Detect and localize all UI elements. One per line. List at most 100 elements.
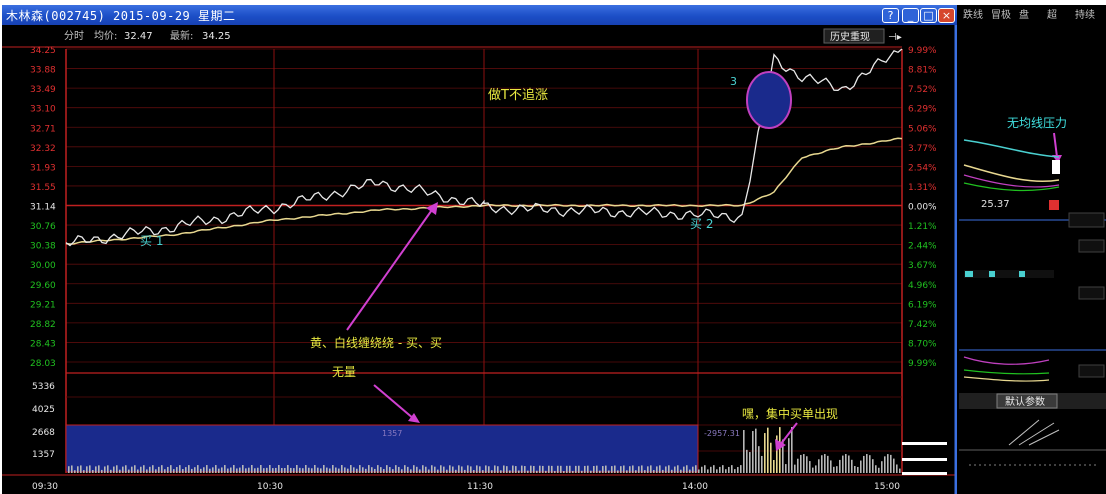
volume-bar	[569, 465, 571, 473]
volume-bar	[278, 465, 280, 473]
right-toolbar-tab[interactable]: 跌线	[963, 8, 983, 21]
volume-bar	[98, 465, 100, 473]
right-annotation: 无均线压力	[1007, 116, 1067, 130]
volume-bar	[788, 438, 790, 473]
volume-bar	[845, 454, 847, 473]
volume-bar	[404, 465, 406, 473]
latest-label: 最新:	[170, 29, 193, 42]
volume-bar	[128, 469, 130, 473]
volume-bar	[689, 469, 691, 473]
volume-bar	[119, 469, 121, 473]
volume-bar	[371, 467, 373, 473]
volume-bar	[482, 470, 484, 473]
volume-bar	[455, 469, 457, 473]
volume-bar	[809, 461, 811, 473]
right-price-label: 25.37	[981, 199, 1010, 210]
volume-bar	[737, 467, 739, 473]
right-toolbar-tab[interactable]: 持续	[1075, 8, 1095, 21]
volume-bar	[68, 466, 70, 473]
volume-bar	[236, 468, 238, 473]
volume-bar	[131, 466, 133, 473]
volume-bar	[590, 470, 592, 473]
volume-bar	[140, 466, 142, 473]
volume-bar	[245, 468, 247, 473]
volume-bar	[113, 466, 115, 473]
no-volume-note: 无量	[332, 365, 356, 379]
volume-bar	[656, 466, 658, 473]
pct-tick-label: 2.54%	[908, 163, 937, 173]
volume-bar	[881, 461, 883, 473]
volume-bar	[581, 470, 583, 473]
volume-bar	[767, 427, 769, 473]
price-tick-label: 31.14	[30, 203, 56, 213]
history-button[interactable]: 历史重现	[830, 30, 870, 43]
volume-bar	[227, 468, 229, 473]
right-toolbar-tab[interactable]: 超	[1047, 8, 1057, 21]
volume-bar	[476, 465, 478, 473]
volume-bar	[761, 455, 763, 473]
volume-bar	[185, 467, 187, 473]
volume-bar	[785, 464, 787, 473]
volume-bar	[215, 465, 217, 473]
volume-bar	[365, 468, 367, 473]
pct-tick-label: 1.31%	[908, 183, 937, 193]
volume-bar	[506, 466, 508, 473]
volume-bar	[83, 470, 85, 473]
volume-bar	[578, 465, 580, 473]
price-tick-label: 33.49	[30, 85, 56, 95]
volume-box-label-2: -2957.31	[704, 429, 740, 438]
mini-ma-line	[963, 139, 1060, 158]
right-tab[interactable]	[1078, 239, 1105, 253]
mini-volume-lines	[1008, 419, 1060, 446]
right-tab[interactable]	[1068, 212, 1105, 228]
volume-bar	[869, 455, 871, 473]
volume-bar	[86, 466, 88, 473]
volume-tick-label: 4025	[32, 405, 55, 415]
right-tab[interactable]	[1078, 364, 1105, 378]
volume-bar	[821, 455, 823, 473]
volume-bar	[605, 465, 607, 473]
volume-bar	[491, 470, 493, 473]
volume-tick-label: 5336	[32, 382, 55, 392]
volume-bar	[872, 459, 874, 473]
volume-bar	[248, 467, 250, 473]
volume-bar	[695, 465, 697, 473]
volume-bar	[587, 465, 589, 473]
right-toolbar-tab[interactable]: 盘	[1019, 8, 1029, 21]
volume-bar	[110, 469, 112, 473]
price-tick-label: 28.43	[30, 339, 56, 349]
right-toolbar-tab[interactable]: 冒极	[991, 8, 1011, 21]
volume-bar	[332, 465, 334, 473]
volume-bar	[122, 466, 124, 473]
volume-bar	[641, 465, 643, 473]
volume-bar	[101, 469, 103, 473]
volume-bar	[620, 466, 622, 473]
volume-bar	[647, 466, 649, 473]
volume-bar	[386, 465, 388, 473]
volume-bar	[329, 468, 331, 473]
volume-bar	[176, 467, 178, 473]
volume-bar	[671, 469, 673, 473]
volume-bar	[281, 468, 283, 473]
volume-bar	[155, 469, 157, 473]
volume-bar	[203, 467, 205, 473]
arrow-right	[1053, 132, 1058, 158]
volume-bar	[434, 466, 436, 473]
volume-bar	[773, 460, 775, 473]
volume-bar	[623, 465, 625, 473]
right-tab[interactable]	[1078, 286, 1105, 300]
intraday-chart[interactable]: 分时 均价: 32.47 最新: 34.25 历史重现 ⊣▸ 1357 -295…	[2, 5, 957, 494]
volume-bar	[542, 465, 544, 473]
volume-bar	[104, 466, 106, 473]
volume-bar	[707, 469, 709, 473]
volume-bar	[812, 467, 814, 473]
collapse-icon[interactable]: ⊣▸	[888, 32, 902, 43]
volume-bar	[266, 467, 268, 473]
pct-tick-label: 6.19%	[908, 300, 937, 310]
volume-bar	[80, 465, 82, 473]
volume-bar	[380, 467, 382, 473]
volume-bar	[680, 469, 682, 473]
volume-bar	[428, 469, 430, 473]
volume-bar	[410, 469, 412, 473]
mini-ind-line	[963, 376, 1050, 382]
